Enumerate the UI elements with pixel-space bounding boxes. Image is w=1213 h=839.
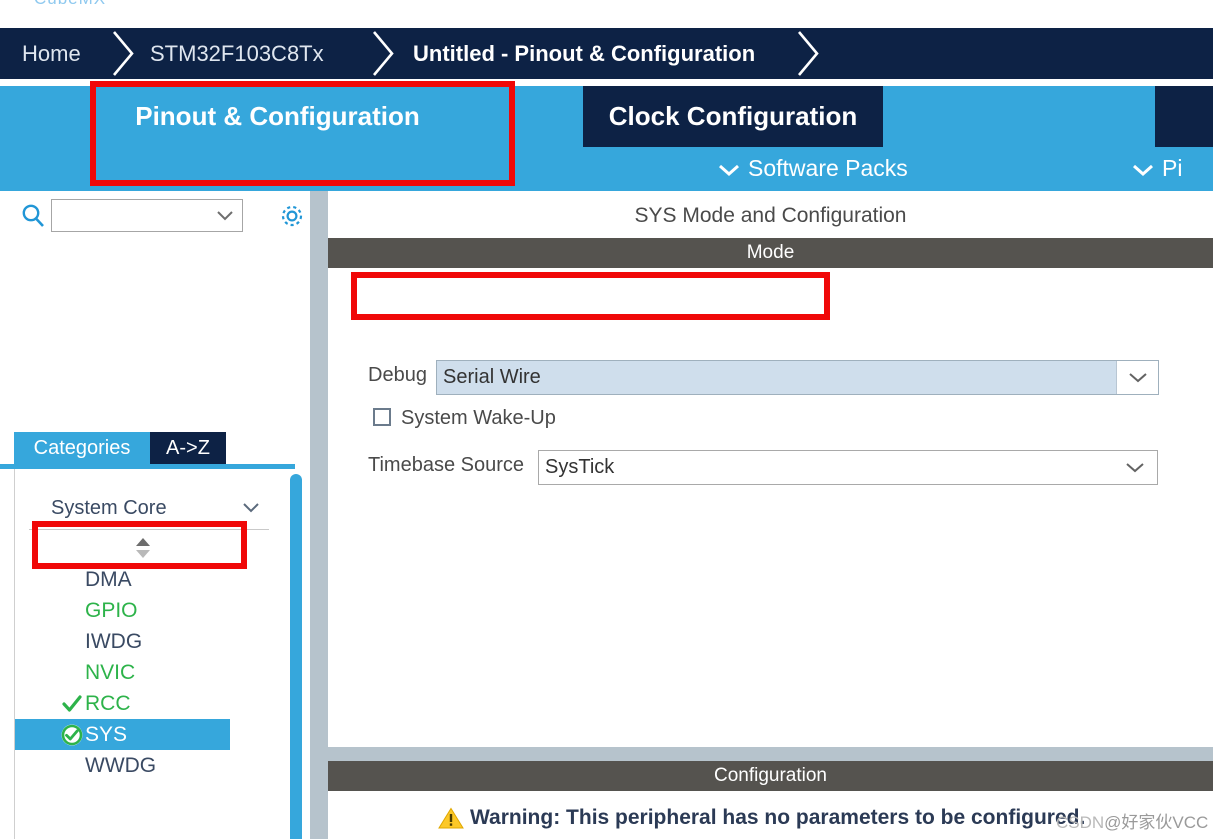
tab-pinout-configuration[interactable]: Pinout & Configuration: [40, 86, 515, 147]
sidebar-item-sys[interactable]: SYS: [15, 719, 230, 750]
pinout-menu-label: Pi: [1162, 155, 1183, 181]
breadcrumb-item-current[interactable]: Untitled - Pinout & Configuration: [413, 28, 755, 79]
software-packs-menu[interactable]: Software Packs: [718, 147, 908, 190]
pinout-menu[interactable]: Pi: [1132, 147, 1182, 190]
scroll-spinner-icon[interactable]: [133, 537, 153, 559]
window-title-strip: CubeMX: [0, 0, 1213, 28]
breadcrumb-chevron-icon: [110, 28, 140, 79]
sidebar-item-dma[interactable]: DMA: [15, 564, 266, 595]
search-combobox[interactable]: [51, 199, 243, 233]
sidebar-item-label: DMA: [85, 568, 132, 591]
warning-message: Warning: This peripheral has no paramete…: [470, 806, 1086, 829]
breadcrumb-item-home[interactable]: Home: [22, 28, 81, 79]
tab-clock-configuration[interactable]: Clock Configuration: [583, 86, 883, 147]
chevron-down-icon[interactable]: [216, 209, 234, 223]
sidebar-item-gpio[interactable]: GPIO: [15, 595, 266, 626]
splitter-gap: [303, 191, 310, 839]
warning-triangle-icon: [438, 807, 464, 830]
software-packs-label: Software Packs: [748, 155, 908, 181]
tree-group-label: System Core: [51, 497, 167, 519]
mode-section-body: Debug Serial Wire System Wake-Up Timebas…: [328, 268, 1213, 738]
chevron-down-icon[interactable]: [242, 501, 260, 515]
debug-dropdown-button[interactable]: [1116, 361, 1158, 394]
system-wake-up-label: System Wake-Up: [401, 407, 556, 429]
breadcrumb-item-mcu[interactable]: STM32F103C8Tx: [150, 28, 324, 79]
search-row: [0, 195, 303, 237]
configuration-section-header: Configuration: [328, 761, 1213, 791]
sidebar-scrollbar-thumb[interactable]: [290, 474, 302, 839]
breadcrumb-chevron-icon: [370, 28, 400, 79]
sidebar-item-iwdg[interactable]: IWDG: [15, 626, 266, 657]
sidebar-item-label: RCC: [85, 692, 131, 715]
sidebar-item-wwdg[interactable]: WWDG: [15, 750, 266, 781]
search-icon[interactable]: [20, 203, 46, 229]
mode-section-header: Mode: [328, 238, 1213, 268]
timebase-source-label: Timebase Source: [368, 454, 524, 476]
timebase-source-select[interactable]: SysTick: [538, 450, 1158, 485]
tab-a-to-z[interactable]: A->Z: [150, 432, 226, 464]
check-icon: [61, 693, 83, 715]
sidebar-item-label: SYS: [85, 723, 128, 746]
peripheral-tree: System Core DMA GPIO IWDG NVIC RCC SYS W…: [14, 469, 295, 839]
sub-tool-row: Software Packs Pi: [0, 147, 1213, 190]
search-input[interactable]: [56, 200, 220, 233]
configuration-panel: SYS Mode and Configuration Mode Debug Se…: [328, 191, 1213, 839]
sidebar-item-label: GPIO: [85, 599, 138, 622]
check-circle-icon: [61, 724, 83, 746]
tree-group-system-core[interactable]: System Core: [15, 491, 282, 525]
breadcrumb: Home STM32F103C8Tx Untitled - Pinout & C…: [0, 28, 1213, 79]
tab-third-partial[interactable]: [1155, 86, 1213, 147]
sidebar-item-label: WWDG: [85, 754, 157, 777]
chevron-down-icon[interactable]: [1125, 461, 1145, 475]
sidebar-item-label: IWDG: [85, 630, 143, 653]
chevron-down-icon: [718, 148, 740, 191]
chevron-down-icon: [1128, 371, 1148, 385]
breadcrumb-chevron-icon: [795, 28, 825, 79]
tab-categories[interactable]: Categories: [14, 432, 150, 464]
sidebar-item-label: NVIC: [85, 661, 136, 684]
section-gap: [328, 747, 1213, 761]
tree-group-rule: [29, 529, 269, 530]
peripheral-sidebar: Categories A->Z System Core DMA GPIO IWD…: [0, 191, 303, 839]
chevron-down-icon: [1132, 148, 1154, 191]
debug-select[interactable]: Serial Wire: [436, 360, 1159, 395]
debug-label: Debug: [368, 364, 427, 386]
sidebar-item-nvic[interactable]: NVIC: [15, 657, 266, 688]
gear-icon[interactable]: [278, 202, 303, 230]
page-title: SYS Mode and Configuration: [634, 204, 907, 227]
configuration-section-body: Warning: This peripheral has no paramete…: [328, 791, 1213, 839]
sidebar-item-rcc[interactable]: RCC: [15, 688, 266, 719]
timebase-selected-value: SysTick: [545, 456, 615, 478]
main-tab-bar: Pinout & Configuration Clock Configurati…: [0, 79, 1213, 147]
system-wake-up-checkbox[interactable]: [373, 408, 391, 426]
debug-selected-value: Serial Wire: [443, 366, 541, 388]
window-title-ghost-text: CubeMX: [34, 0, 106, 9]
